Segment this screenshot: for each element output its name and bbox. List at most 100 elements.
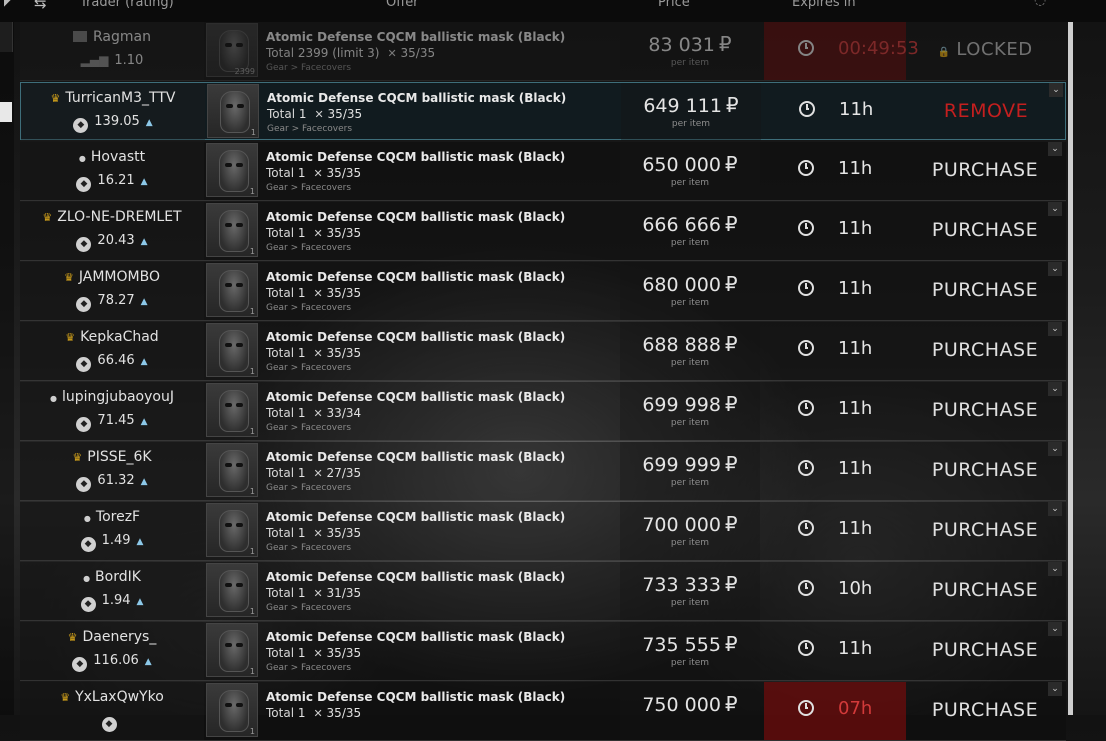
chevron-down-icon[interactable]: ⌄	[1049, 83, 1063, 97]
clock-icon	[798, 220, 814, 236]
purchase-button[interactable]: PURCHASE	[908, 459, 1062, 481]
settings-icon[interactable]: ◌	[1034, 0, 1046, 8]
offer-total-line: Total 1 ✕ 35/35	[266, 346, 361, 360]
price-cell: 688 888 ₽ per item	[620, 322, 760, 380]
expires-cell: 11h	[764, 502, 906, 560]
total-count: 1	[297, 646, 306, 660]
item-thumbnail[interactable]: 1	[206, 383, 258, 437]
offer-total-line: Total 1 ✕ 35/35	[267, 107, 362, 121]
trader-rating-line: ◆ 78.27 ▲	[20, 293, 204, 312]
item-name[interactable]: Atomic Defense CQCM ballistic mask (Blac…	[266, 210, 565, 224]
chevron-down-icon[interactable]: ⌄	[1048, 322, 1062, 336]
total-count: 1	[297, 166, 306, 180]
trader-name-line: ♛ JAMMOMBO	[20, 269, 204, 285]
item-category: Gear > Facecovers	[266, 303, 352, 313]
item-name[interactable]: Atomic Defense CQCM ballistic mask (Blac…	[266, 390, 565, 404]
item-name[interactable]: Atomic Defense CQCM ballistic mask (Blac…	[266, 570, 565, 584]
chevron-down-icon[interactable]: ⌄	[1048, 682, 1062, 696]
trader-name[interactable]: KepkaChad	[80, 329, 159, 345]
item-thumbnail[interactable]: 1	[206, 683, 258, 737]
column-offer-header[interactable]: Offer	[386, 0, 419, 10]
item-thumbnail[interactable]: 1	[206, 503, 258, 557]
trader-name[interactable]: TurricanM3_TTV	[65, 90, 175, 106]
price-line: 699 999 ₽	[620, 452, 760, 476]
action-cell: PURCHASE ⌄	[908, 442, 1062, 500]
ballistic-mask-icon	[219, 390, 249, 432]
ballistic-mask-icon	[219, 30, 249, 72]
trader-name[interactable]: Hovastt	[91, 149, 145, 165]
item-name[interactable]: Atomic Defense CQCM ballistic mask (Blac…	[266, 630, 565, 644]
chevron-down-icon[interactable]: ⌄	[1048, 382, 1062, 396]
price-value: 688 888	[642, 334, 721, 356]
trader-name[interactable]: Ragman	[93, 29, 151, 45]
item-name[interactable]: Atomic Defense CQCM ballistic mask (Blac…	[266, 690, 565, 704]
item-name[interactable]: Atomic Defense CQCM ballistic mask (Blac…	[267, 91, 566, 105]
purchase-button[interactable]: PURCHASE	[908, 159, 1062, 181]
item-name[interactable]: Atomic Defense CQCM ballistic mask (Blac…	[266, 30, 565, 44]
chevron-down-icon[interactable]: ⌄	[1048, 442, 1062, 456]
trader-rating-line: ◆ 16.21 ▲	[20, 173, 204, 192]
scrollbar[interactable]	[1068, 22, 1073, 715]
total-label: Total	[266, 166, 295, 180]
chevron-down-icon[interactable]: ⌄	[1048, 502, 1062, 516]
column-trader-header[interactable]: Trader (rating)	[80, 0, 174, 10]
purchase-button[interactable]: PURCHASE	[908, 699, 1062, 721]
item-thumbnail[interactable]: 1	[207, 84, 259, 138]
ballistic-mask-icon	[219, 630, 249, 672]
remove-button[interactable]: REMOVE	[909, 100, 1063, 122]
item-name[interactable]: Atomic Defense CQCM ballistic mask (Blac…	[266, 510, 565, 524]
item-name[interactable]: Atomic Defense CQCM ballistic mask (Blac…	[266, 450, 565, 464]
chevron-down-icon[interactable]: ⌄	[1048, 142, 1062, 156]
trader-name[interactable]: lupingjubaoyouJ	[62, 389, 174, 405]
trader-name[interactable]: JAMMOMBO	[79, 269, 160, 285]
item-thumbnail[interactable]: 1	[206, 563, 258, 617]
side-tab-active[interactable]	[0, 102, 12, 122]
trader-cell: ♛ TurricanM3_TTV ◆ 139.05 ▲	[21, 83, 205, 141]
expires-cell: 07h	[764, 682, 906, 740]
refresh-icon[interactable]: ⇆	[34, 0, 47, 12]
item-thumbnail[interactable]: 1	[206, 143, 258, 197]
item-stack-count: 1	[249, 187, 255, 196]
item-name[interactable]: Atomic Defense CQCM ballistic mask (Blac…	[266, 270, 565, 284]
purchase-button[interactable]: PURCHASE	[908, 519, 1062, 541]
item-thumbnail[interactable]: 1	[206, 623, 258, 677]
rating-up-icon: ▲	[144, 657, 152, 667]
item-thumbnail[interactable]: 1	[206, 263, 258, 317]
item-thumbnail[interactable]: 1	[206, 323, 258, 377]
chevron-down-icon[interactable]: ⌄	[1048, 622, 1062, 636]
price-value: 83 031	[648, 34, 715, 56]
ruble-icon: ₽	[724, 512, 738, 536]
item-thumbnail[interactable]: 2399	[206, 23, 258, 77]
trader-name[interactable]: ZLO-NE-DREMLET	[57, 209, 181, 225]
column-expires-header[interactable]: Expires in	[792, 0, 856, 10]
purchase-button[interactable]: PURCHASE	[908, 219, 1062, 241]
action-cell: REMOVE ⌄	[909, 83, 1063, 141]
chevron-down-icon[interactable]: ⌄	[1048, 202, 1062, 216]
item-name[interactable]: Atomic Defense CQCM ballistic mask (Blac…	[266, 330, 565, 344]
trader-name[interactable]: BordIK	[95, 569, 141, 585]
trader-name[interactable]: PISSE_6K	[87, 449, 151, 465]
clock-icon	[798, 160, 814, 176]
clock-icon	[798, 580, 814, 596]
trader-name[interactable]: TorezF	[96, 509, 140, 525]
item-thumbnail[interactable]: 1	[206, 443, 258, 497]
trader-name[interactable]: YxLaxQwYko	[75, 689, 164, 705]
trader-name[interactable]: Daenerys_	[83, 629, 157, 645]
chevron-down-icon[interactable]: ⌄	[1048, 262, 1062, 276]
item-thumbnail[interactable]: 1	[206, 203, 258, 257]
side-tab[interactable]	[0, 22, 13, 52]
column-price-header[interactable]: Price ^	[658, 0, 705, 10]
purchase-button[interactable]: PURCHASE	[908, 399, 1062, 421]
price-line: 750 000 ₽	[620, 692, 760, 716]
price-line: 650 000 ₽	[620, 152, 760, 176]
durability-icon: ✕	[313, 167, 323, 180]
chevron-down-icon[interactable]: ⌄	[1048, 562, 1062, 576]
item-name[interactable]: Atomic Defense CQCM ballistic mask (Blac…	[266, 150, 565, 164]
purchase-button[interactable]: PURCHASE	[908, 579, 1062, 601]
price-cell: 680 000 ₽ per item	[620, 262, 760, 320]
purchase-button[interactable]: PURCHASE	[908, 279, 1062, 301]
purchase-button[interactable]: PURCHASE	[908, 339, 1062, 361]
clock-icon	[799, 101, 815, 117]
collapse-icon[interactable]: ◤	[4, 0, 14, 9]
purchase-button[interactable]: PURCHASE	[908, 639, 1062, 661]
